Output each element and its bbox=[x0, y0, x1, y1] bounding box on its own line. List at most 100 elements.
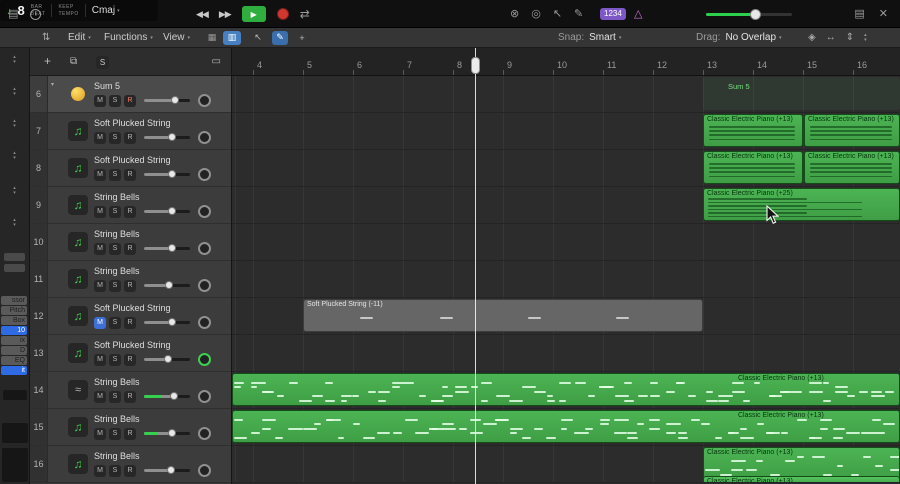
grid-view-button[interactable]: ▦ bbox=[203, 31, 221, 45]
channel-strip-section[interactable] bbox=[4, 253, 25, 261]
track-stack-region[interactable]: Sum 5 bbox=[703, 77, 900, 110]
track-row[interactable]: 10 ♫ String Bells M S R bbox=[30, 224, 231, 261]
collapse-chevrons-icon[interactable]: ▴ ▾ bbox=[0, 119, 29, 129]
mute-button[interactable]: M bbox=[94, 242, 106, 255]
mute-button[interactable]: M bbox=[94, 316, 106, 329]
pan-knob[interactable] bbox=[198, 390, 211, 403]
arrange-lane[interactable]: Classic Electric Piano (+13) Classic Elec… bbox=[232, 113, 900, 150]
volume-slider[interactable] bbox=[144, 133, 190, 141]
volume-slider[interactable] bbox=[144, 392, 190, 400]
plugin-slot[interactable]: D bbox=[1, 346, 27, 355]
volume-knob[interactable] bbox=[167, 318, 176, 326]
track-row[interactable]: 6 ▾ Sum 5 MSR bbox=[30, 76, 231, 113]
mute-button[interactable]: M bbox=[94, 464, 106, 477]
track-name[interactable]: String Bells bbox=[94, 414, 140, 424]
pointer-tool-icon[interactable]: ↖ bbox=[553, 8, 562, 20]
volume-slider[interactable] bbox=[144, 466, 190, 474]
pencil-tool-icon[interactable]: ✎ bbox=[574, 8, 583, 20]
master-volume-slider[interactable] bbox=[706, 9, 792, 20]
pan-knob[interactable] bbox=[198, 205, 211, 218]
track-icon[interactable]: ♫ bbox=[68, 158, 88, 178]
arrange-lane[interactable]: Classic Electric Piano (+13) bbox=[232, 372, 900, 409]
collapse-chevrons-icon[interactable]: ▴ ▾ bbox=[0, 186, 29, 196]
pan-knob[interactable] bbox=[198, 242, 211, 255]
pan-knob[interactable] bbox=[198, 353, 211, 366]
solo-button[interactable]: S bbox=[109, 168, 121, 181]
key-signature[interactable]: Cmaj ▾ bbox=[92, 5, 120, 16]
mute-button[interactable]: M bbox=[94, 131, 106, 144]
inspector-toggle-icon[interactable]: i bbox=[30, 8, 42, 20]
pan-knob[interactable] bbox=[198, 279, 211, 292]
vertical-zoom-icon[interactable]: ⇕ bbox=[846, 32, 854, 43]
mute-button[interactable]: M bbox=[94, 353, 106, 366]
playhead-handle[interactable] bbox=[471, 57, 480, 74]
volume-knob[interactable] bbox=[167, 207, 176, 215]
panel-toggle-icon[interactable]: ▭ bbox=[212, 55, 221, 68]
cycle-button[interactable]: ⇄ bbox=[300, 7, 310, 21]
track-row[interactable]: 8 ♫ Soft Plucked String M S R bbox=[30, 150, 231, 187]
track-row[interactable]: 9 ♫ String Bells M S R bbox=[30, 187, 231, 224]
track-icon[interactable]: ♫ bbox=[68, 269, 88, 289]
track-icon[interactable]: ♫ bbox=[68, 195, 88, 215]
pan-knob[interactable] bbox=[198, 168, 211, 181]
midi-region[interactable]: Classic Electric Piano (+25) bbox=[703, 188, 900, 221]
mute-button[interactable]: M bbox=[94, 94, 106, 107]
pointer-tool-button[interactable]: ↖ bbox=[250, 31, 266, 45]
track-icon[interactable]: ♫ bbox=[68, 417, 88, 437]
track-icon[interactable]: ♫ bbox=[68, 306, 88, 326]
arrange-lane[interactable]: Classic Electric Piano (+25) bbox=[232, 187, 900, 224]
tracks-arrange-area[interactable]: 4 5 6 7 8 9 10 11 12 13 14 15 16 Sum 5 Classic Electr… bbox=[232, 48, 900, 484]
midi-region[interactable]: Classic Electric Piano (+13) bbox=[703, 151, 803, 184]
pan-knob[interactable] bbox=[198, 427, 211, 440]
plugin-slot[interactable]: ix bbox=[1, 336, 27, 345]
plugin-slot[interactable]: EQ bbox=[1, 356, 27, 365]
menu-functions[interactable]: Functions ▾ bbox=[104, 28, 153, 47]
volume-knob[interactable] bbox=[167, 170, 176, 178]
volume-knob[interactable] bbox=[166, 466, 175, 474]
collapse-chevrons-icon[interactable]: ▴ ▾ bbox=[0, 55, 29, 65]
volume-slider[interactable] bbox=[144, 355, 190, 363]
mute-button[interactable]: M bbox=[94, 390, 106, 403]
master-solo-button[interactable]: S bbox=[96, 56, 109, 69]
track-icon[interactable]: ♫ bbox=[68, 232, 88, 252]
volume-knob[interactable] bbox=[167, 133, 176, 141]
collapse-chevrons-icon[interactable]: ▴ ▾ bbox=[0, 218, 29, 228]
midi-region[interactable]: Classic Electric Piano (+13) bbox=[804, 114, 900, 147]
volume-slider[interactable] bbox=[144, 318, 190, 326]
solo-button[interactable]: S bbox=[109, 390, 121, 403]
metronome-icon[interactable]: △ bbox=[634, 7, 642, 20]
volume-knob[interactable] bbox=[163, 355, 172, 363]
volume-knob[interactable] bbox=[165, 281, 174, 289]
track-name[interactable]: Soft Plucked String bbox=[94, 340, 171, 350]
solo-button[interactable]: S bbox=[109, 353, 121, 366]
track-name[interactable]: Soft Plucked String bbox=[94, 118, 171, 128]
track-icon[interactable]: ≈ bbox=[68, 380, 88, 400]
library-toggle-icon[interactable]: ▤ bbox=[8, 8, 18, 20]
midi-region[interactable]: Classic Electric Piano (+13) bbox=[703, 476, 900, 482]
channel-strip-section[interactable] bbox=[3, 390, 27, 400]
record-enable-button[interactable]: R bbox=[124, 464, 136, 477]
autopunch-icon[interactable]: ⊗ bbox=[510, 8, 519, 20]
track-row[interactable]: 14 ≈ String Bells M S R bbox=[30, 372, 231, 409]
rewind-button[interactable]: ◀◀ bbox=[196, 9, 209, 20]
volume-knob[interactable] bbox=[167, 244, 176, 252]
midi-region[interactable]: Soft Plucked String (-11) bbox=[303, 299, 703, 332]
track-icon[interactable] bbox=[68, 84, 88, 104]
arrange-lane[interactable]: Classic Electric Piano (+13) bbox=[232, 409, 900, 446]
mute-button[interactable]: M bbox=[94, 205, 106, 218]
volume-slider[interactable] bbox=[144, 244, 190, 252]
solo-button[interactable]: S bbox=[109, 205, 121, 218]
track-name[interactable]: String Bells bbox=[94, 266, 140, 276]
mute-button[interactable]: M bbox=[94, 427, 106, 440]
record-enable-button[interactable]: R bbox=[124, 168, 136, 181]
track-name[interactable]: String Bells bbox=[94, 451, 140, 461]
arrange-lane[interactable]: Classic Electric Piano (+13) Classic Elec… bbox=[232, 446, 900, 483]
record-enable-button[interactable]: R bbox=[124, 427, 136, 440]
track-row[interactable]: 12 ♫ Soft Plucked String M S R bbox=[30, 298, 231, 335]
record-button[interactable] bbox=[276, 8, 289, 20]
solo-button[interactable]: S bbox=[109, 316, 121, 329]
midi-region[interactable]: Classic Electric Piano (+13) bbox=[232, 373, 900, 406]
record-enable-button[interactable]: R bbox=[124, 94, 136, 107]
volume-knob[interactable] bbox=[750, 9, 762, 20]
collapse-chevrons-icon[interactable]: ▴ ▾ bbox=[0, 151, 29, 161]
